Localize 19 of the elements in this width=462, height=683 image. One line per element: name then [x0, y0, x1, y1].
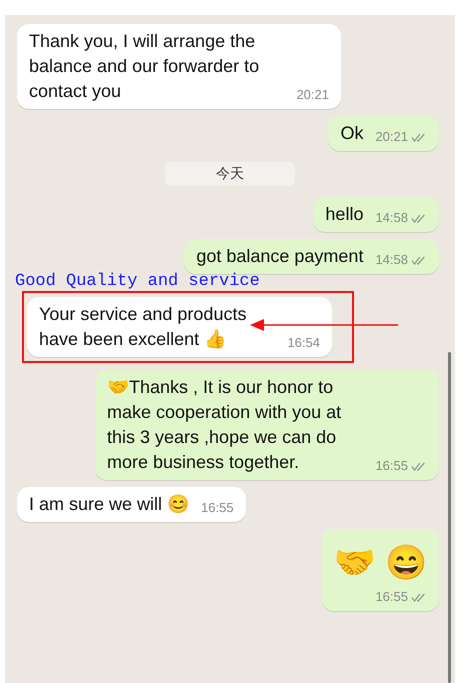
- message-text: I am sure we will 😊: [29, 493, 190, 516]
- message-text: Ok: [340, 122, 364, 145]
- message-text: 🤝 😄: [334, 543, 427, 584]
- message-time: 14:58: [375, 210, 408, 226]
- message-time: 14:58: [375, 252, 408, 268]
- message-time: 16:54: [287, 335, 320, 351]
- date-chip: 今天: [165, 162, 295, 186]
- message-text: Your service and products have been excellent 👍: [39, 303, 248, 351]
- message-time: 16:55: [201, 500, 234, 516]
- message-text: hello: [325, 203, 364, 226]
- message-time: 20:21: [296, 87, 329, 103]
- message-text: Thank you, I will arrange the balance and our forwarder to contact you: [29, 30, 260, 103]
- message-time: 16:55: [375, 458, 408, 474]
- message-text: got balance payment: [196, 245, 364, 268]
- scrollbar[interactable]: [448, 352, 451, 683]
- message-time: 16:55: [375, 589, 408, 605]
- message-text: 🤝Thanks , It is our honor to make cooperation with you at this 3 years ,hope we can do more business together.: [107, 376, 342, 474]
- message-time: 20:21: [375, 129, 408, 145]
- annotation-text: Good Quality and service: [15, 272, 260, 291]
